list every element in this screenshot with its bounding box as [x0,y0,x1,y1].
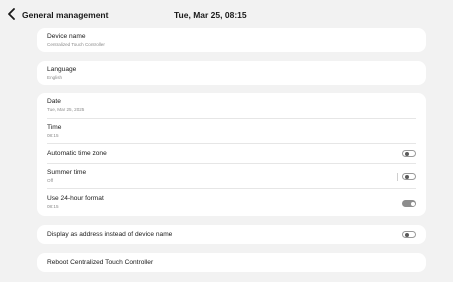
top-bar: General management Tue, Mar 25, 08:15 [0,0,453,24]
date-label: Date [47,98,61,105]
reboot-card[interactable]: Reboot Centralized Touch Controller [37,253,426,272]
toggle-knob [405,233,409,237]
auto-timezone-toggle[interactable] [402,150,416,157]
summer-time-label: Summer time [47,169,87,176]
language-label: Language [47,66,77,73]
device-name-value: Centralized Touch Controller [47,42,105,47]
auto-timezone-label: Automatic time zone [47,150,107,157]
format-24h-label: Use 24-hour format [47,195,104,202]
date-row[interactable]: Date Tue, Mar 25, 2025 [37,93,426,118]
date-value: Tue, Mar 25, 2025 [47,107,85,112]
language-value: English [47,75,63,80]
auto-timezone-row[interactable]: Automatic time zone [37,144,426,163]
time-row[interactable]: Time 08:15 [37,119,426,143]
datetime-settings-card: Date Tue, Mar 25, 2025 Time 08:15 Automa… [37,93,426,216]
device-name-label: Device name [47,33,86,40]
toggle-knob [411,202,415,206]
display-address-toggle[interactable] [402,231,416,238]
summer-time-row[interactable]: Summer time Off [37,164,426,188]
toggle-knob [405,175,409,179]
time-value: 08:15 [47,133,59,138]
toggle-knob [405,152,409,156]
display-address-card[interactable]: Display as address instead of device nam… [37,225,426,244]
summer-time-toggle[interactable] [402,173,416,180]
time-label: Time [47,124,62,131]
page-title: General management [22,10,109,20]
chevron-left-icon[interactable] [7,8,17,20]
status-datetime: Tue, Mar 25, 08:15 [174,10,247,20]
display-address-label: Display as address instead of device nam… [47,231,173,238]
vertical-divider [397,173,398,181]
format-24h-row[interactable]: Use 24-hour format 08:15 [37,189,426,216]
language-card[interactable]: Language English [37,61,426,85]
reboot-label: Reboot Centralized Touch Controller [47,259,154,266]
summer-time-value: Off [47,178,54,183]
device-name-card[interactable]: Device name Centralized Touch Controller [37,28,426,52]
format-24h-value: 08:15 [47,204,59,209]
format-24h-toggle[interactable] [402,200,416,207]
